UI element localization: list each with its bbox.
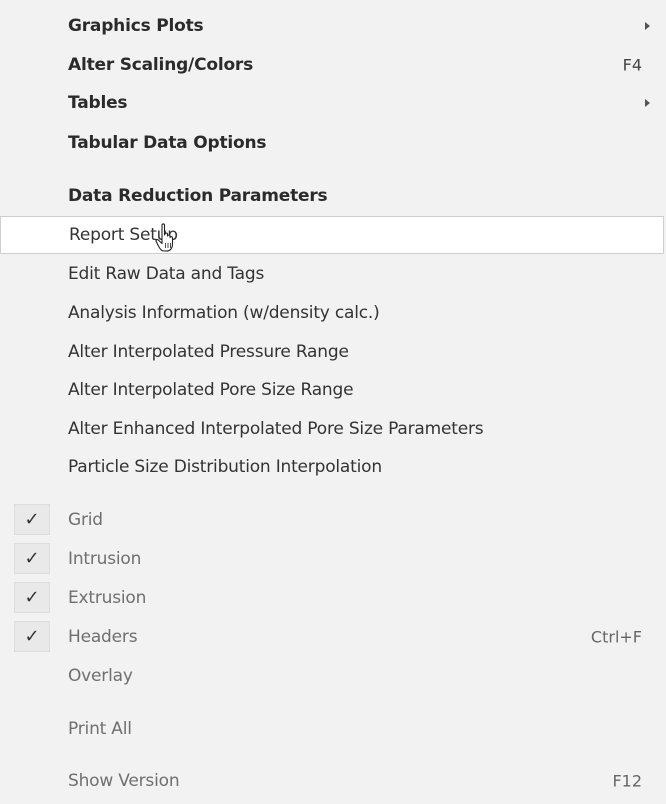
menu-item-label: Graphics Plots [68,16,204,36]
menu-item-label: Alter Enhanced Interpolated Pore Size Pa… [68,419,484,439]
menu-item-alter-scaling-colors[interactable]: Alter Scaling/Colors F4 [0,46,664,84]
menu-item-label: Intrusion [68,549,142,569]
menu-item-print-all[interactable]: Print All [0,710,664,748]
menu-item-label: Tables [68,93,128,113]
menu-item-label: Overlay [68,666,133,686]
menu-item-tables[interactable]: Tables [0,84,664,122]
menu-item-extrusion[interactable]: ✓ Extrusion [0,579,664,617]
menu-item-label: Alter Interpolated Pore Size Range [68,380,354,400]
hand-cursor-icon [155,223,174,252]
menu-item-particle-size-distribution-interpolation[interactable]: Particle Size Distribution Interpolation [0,448,664,486]
menu-item-shortcut: F12 [612,771,642,791]
menu-item-shortcut: Ctrl+F [590,627,642,647]
menu-item-alter-enhanced-interpolated-pore-size-parameters[interactable]: Alter Enhanced Interpolated Pore Size Pa… [0,410,664,448]
menu-item-tabular-data-options[interactable]: Tabular Data Options [0,124,664,162]
menu-item-label: Tabular Data Options [68,133,267,153]
menu-item-analysis-information[interactable]: Analysis Information (w/density calc.) [0,294,664,332]
menu-item-alter-interpolated-pore-size-range[interactable]: Alter Interpolated Pore Size Range [0,371,664,409]
menu-item-label: Grid [68,510,103,530]
menu-item-headers[interactable]: ✓ Headers Ctrl+F [0,618,664,656]
menu-item-label: Extrusion [68,588,147,608]
menu-item-alter-interpolated-pressure-range[interactable]: Alter Interpolated Pressure Range [0,333,664,371]
menu-item-edit-raw-data-and-tags[interactable]: Edit Raw Data and Tags [0,255,664,293]
menu-item-label: Headers [68,627,138,647]
menu-item-overlay[interactable]: Overlay [0,657,664,695]
menu-item-show-version[interactable]: Show Version F12 [0,762,664,800]
menu-item-graphics-plots[interactable]: Graphics Plots [0,7,664,45]
checkmark-icon: ✓ [14,582,50,613]
menu-item-grid[interactable]: ✓ Grid [0,501,664,539]
submenu-arrow-icon [645,22,650,30]
menu-item-label: Show Version [68,771,180,791]
menu-item-label: Alter Interpolated Pressure Range [68,342,349,362]
checkmark-icon: ✓ [14,543,50,574]
menu-item-data-reduction-parameters[interactable]: Data Reduction Parameters [0,177,664,215]
menu-item-label: Edit Raw Data and Tags [68,264,265,284]
checkmark-icon: ✓ [14,621,50,652]
submenu-arrow-icon [645,99,650,107]
menu-item-shortcut: F4 [622,55,642,75]
context-menu: Graphics Plots Alter Scaling/Colors F4 T… [0,0,666,804]
menu-item-label: Particle Size Distribution Interpolation [68,457,382,477]
checkmark-icon: ✓ [14,504,50,535]
menu-item-intrusion[interactable]: ✓ Intrusion [0,540,664,578]
menu-item-label: Alter Scaling/Colors [68,55,254,75]
menu-item-label: Data Reduction Parameters [68,186,328,206]
menu-item-label: Print All [68,719,132,739]
menu-item-report-setup[interactable]: Report Setup [0,216,664,254]
menu-item-label: Analysis Information (w/density calc.) [68,303,380,323]
